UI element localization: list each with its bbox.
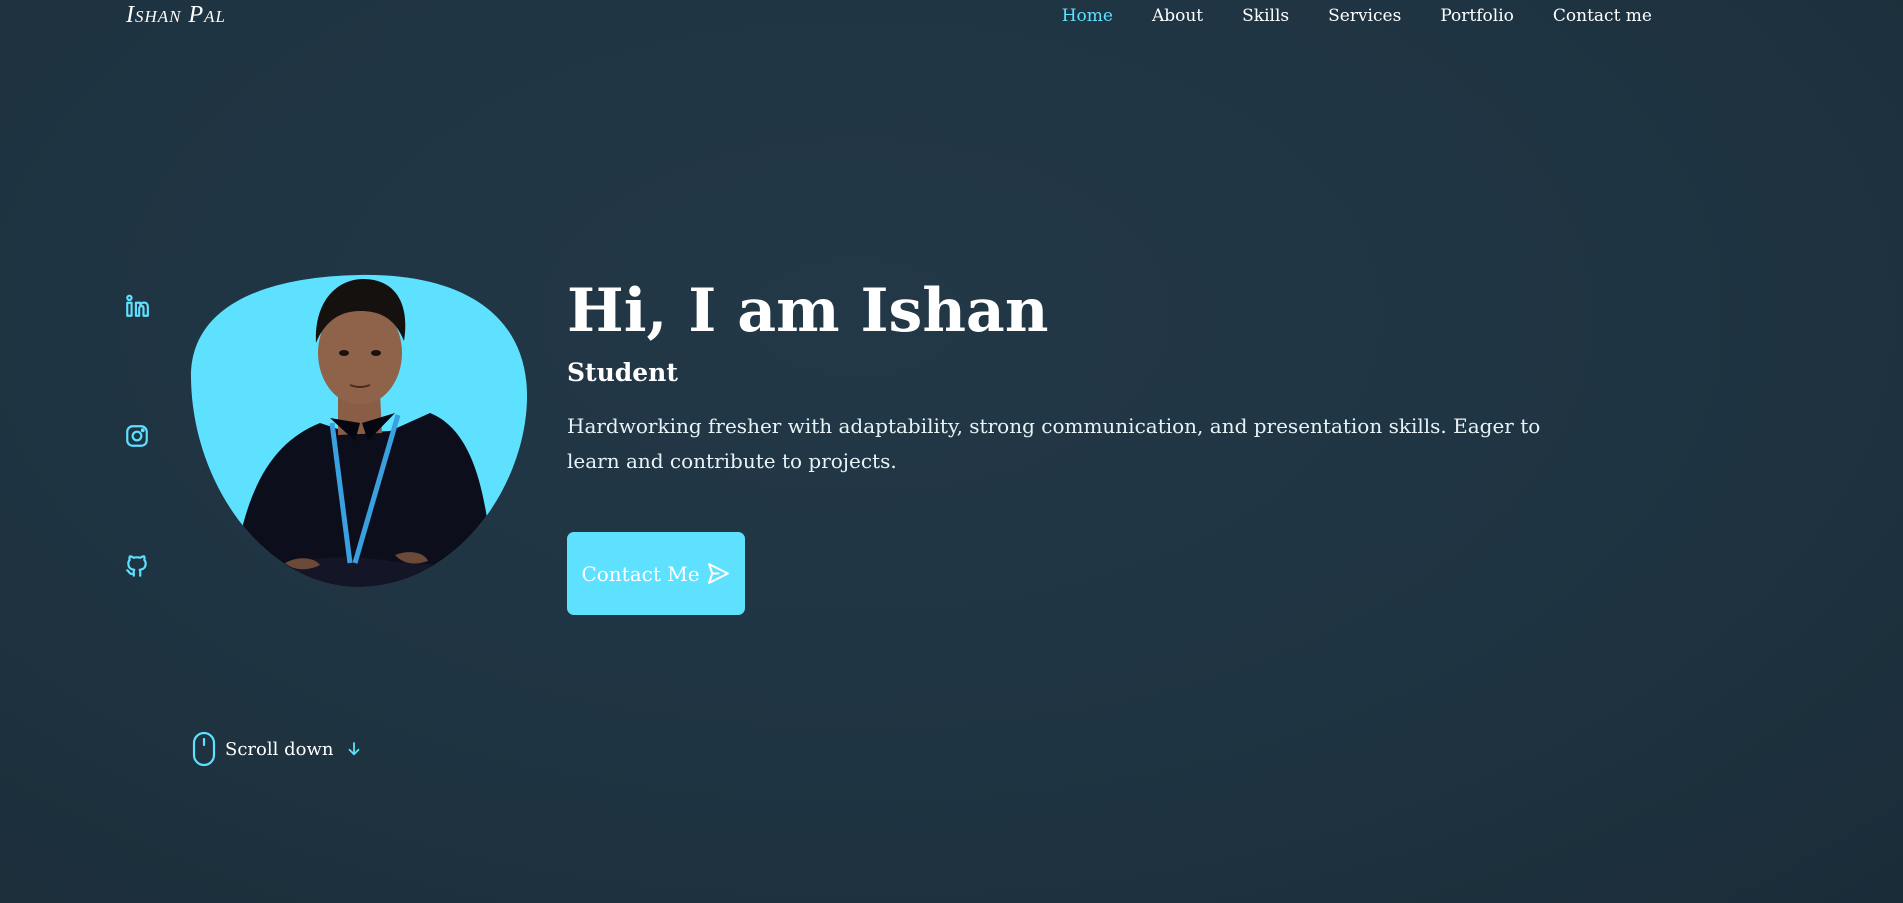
linkedin-icon xyxy=(124,293,150,319)
scroll-down-label: Scroll down xyxy=(225,738,334,760)
hero-section: Hi, I am Ishan Student Hardworking fresh… xyxy=(567,270,1627,479)
site-logo[interactable]: Ishan Pal xyxy=(126,2,226,29)
instagram-icon xyxy=(124,423,150,449)
nav-portfolio[interactable]: Portfolio xyxy=(1440,6,1514,26)
nav-home[interactable]: Home xyxy=(1062,6,1113,26)
nav-services[interactable]: Services xyxy=(1328,6,1401,26)
mouse-icon xyxy=(191,731,217,767)
github-icon xyxy=(124,553,150,579)
nav-about[interactable]: About xyxy=(1152,6,1203,26)
contact-me-button[interactable]: Contact Me xyxy=(567,532,745,615)
linkedin-link[interactable] xyxy=(124,293,150,319)
instagram-link[interactable] xyxy=(124,423,150,449)
send-icon xyxy=(706,561,731,586)
nav-skills[interactable]: Skills xyxy=(1242,6,1289,26)
main-nav: Home About Skills Services Portfolio Con… xyxy=(1062,6,1652,26)
nav-contact-me[interactable]: Contact me xyxy=(1553,6,1652,26)
hero-description: Hardworking fresher with adaptability, s… xyxy=(567,414,1541,473)
site-header: Ishan Pal Home About Skills Services Por… xyxy=(0,0,1903,36)
arrow-down-icon xyxy=(341,740,363,758)
scroll-down-link[interactable]: Scroll down xyxy=(191,731,363,767)
profile-avatar xyxy=(190,273,528,589)
hero-subtitle: Student xyxy=(567,358,678,387)
hero-title: Hi, I am Ishan xyxy=(567,276,1049,346)
github-link[interactable] xyxy=(124,553,150,579)
contact-me-label: Contact Me xyxy=(581,561,700,586)
